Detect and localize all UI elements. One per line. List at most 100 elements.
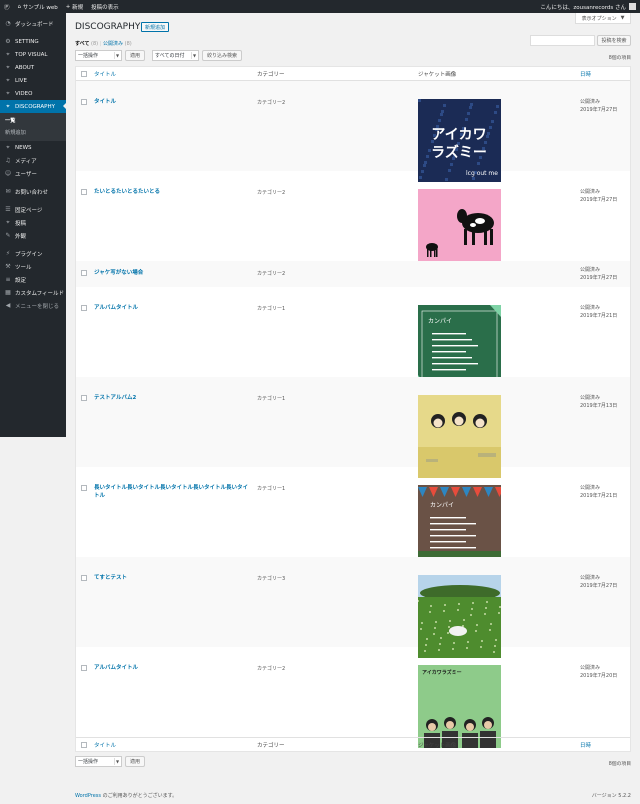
- column-title[interactable]: タイトル: [94, 70, 116, 78]
- row-date-value: 2019年7月27日: [580, 582, 618, 589]
- row-checkbox[interactable]: [81, 665, 87, 671]
- row-status: 公開済み: [580, 485, 601, 491]
- menu-プラグイン[interactable]: ⚡ プラグイン: [0, 247, 66, 260]
- pin-icon: ⌖: [6, 89, 10, 97]
- column-title[interactable]: タイトル: [94, 741, 116, 749]
- row-checkbox[interactable]: [81, 395, 87, 401]
- brush-icon: ✎: [5, 232, 11, 239]
- menu-about[interactable]: ⌖ ABOUT: [0, 61, 66, 74]
- row-status: 公開済み: [580, 99, 601, 105]
- select-all-checkbox[interactable]: [81, 70, 87, 77]
- row-checkbox[interactable]: [81, 270, 87, 276]
- menu-video[interactable]: ⌖ VIDEO: [0, 87, 66, 100]
- menu-カスタムフィールド[interactable]: ▦ カスタムフィールド: [0, 286, 66, 299]
- menu-ツール[interactable]: ⚒ ツール: [0, 260, 66, 273]
- greeting-text: こんにちは、zousanrecords さん: [540, 4, 626, 11]
- menu-メディア[interactable]: ♫ メディア: [0, 154, 66, 167]
- row-date-value: 2019年7月21日: [580, 492, 618, 499]
- row-title-link[interactable]: 長いタイトル長いタイトル長いタイトル長いタイトル長いタイトル: [94, 485, 249, 500]
- menu-label: VIDEO: [15, 90, 33, 97]
- add-new-button[interactable]: 新規追加: [141, 22, 170, 32]
- submenu-list[interactable]: 一覧: [0, 115, 66, 127]
- jacket-image[interactable]: アイカワラズミー: [418, 665, 501, 748]
- footer-credit-text: のご利用ありがとうございます。: [101, 793, 178, 799]
- menu-label: ABOUT: [15, 64, 35, 71]
- discography-submenu: 一覧 新規追加: [0, 113, 66, 141]
- table-row: アルバムタイトル カテゴリー2 アイカワラズミー 公開済み 2019年7月20日: [76, 647, 630, 748]
- apply-button-bottom[interactable]: 適用: [125, 756, 145, 767]
- submenu-add-new[interactable]: 新規追加: [0, 127, 66, 139]
- search-input[interactable]: [530, 35, 595, 46]
- filter-all[interactable]: すべて: [75, 41, 89, 47]
- jacket-image[interactable]: [418, 189, 501, 272]
- row-checkbox[interactable]: [81, 575, 87, 581]
- date-filter-select[interactable]: すべての日付 ▼: [152, 50, 199, 61]
- menu-setting[interactable]: ⚙ SETTING: [0, 35, 66, 48]
- table-row: たいとるたいとるたいとる カテゴリー2 公開済み 2019年7月27日: [76, 171, 630, 272]
- table-row: タイトル カテゴリー2 アイカワ ラズミー lcg out me 公開済み 2019年7月2…: [76, 81, 630, 182]
- jacket-image[interactable]: アイカワ ラズミー lcg out me: [418, 99, 501, 182]
- menu-top-visual[interactable]: ⌖ TOP VISUAL: [0, 48, 66, 61]
- site-name-link[interactable]: ⌂ サンプル web: [14, 0, 62, 13]
- new-content-link[interactable]: + 新規: [62, 0, 87, 13]
- menu-label: プラグイン: [15, 251, 43, 258]
- row-checkbox[interactable]: [81, 485, 87, 491]
- posts-table: タイトル カテゴリー ジャケット画像 日時 タイトル カテゴリー2 アイカワ ラズミー…: [75, 66, 631, 752]
- jacket-image[interactable]: カンパイ: [418, 305, 501, 388]
- row-title-link[interactable]: アルバムタイトル: [94, 665, 249, 673]
- grid-icon: ▦: [5, 289, 11, 296]
- row-category: カテゴリー1: [257, 396, 286, 402]
- row-category: カテゴリー2: [257, 666, 286, 672]
- menu-discography[interactable]: ⌖ DISCOGRAPHY: [0, 100, 66, 113]
- row-checkbox[interactable]: [81, 305, 87, 311]
- row-date: 公開済み 2019年7月21日: [580, 485, 617, 500]
- wordpress-link[interactable]: WordPress: [75, 793, 101, 799]
- menu-投稿[interactable]: ⌖ 投稿: [0, 216, 66, 229]
- row-checkbox[interactable]: [81, 189, 87, 195]
- collapse-menu-button[interactable]: ◀ メニューを閉じる: [0, 299, 66, 312]
- menu-外観[interactable]: ✎ 外観: [0, 229, 66, 242]
- menu-設定[interactable]: ≡ 設定: [0, 273, 66, 286]
- row-date: 公開済み 2019年7月27日: [580, 575, 617, 590]
- menu-label: メディア: [15, 158, 37, 165]
- menu-お問い合わせ[interactable]: ✉ お問い合わせ: [0, 185, 66, 198]
- menu-label: お問い合わせ: [15, 189, 49, 196]
- row-title-link[interactable]: タイトル: [94, 99, 249, 107]
- wordpress-logo-icon[interactable]: Ⓟ: [0, 0, 14, 13]
- column-date[interactable]: 日時: [580, 741, 591, 749]
- menu-live[interactable]: ⌖ LIVE: [0, 74, 66, 87]
- row-checkbox[interactable]: [81, 99, 87, 105]
- settings-icon: ≡: [5, 276, 11, 283]
- filter-published[interactable]: 公開済み: [103, 41, 123, 47]
- pin-icon: ⌖: [6, 76, 10, 84]
- row-title-link[interactable]: アルバムタイトル: [94, 305, 249, 313]
- menu-固定ページ[interactable]: ☰ 固定ページ: [0, 203, 66, 216]
- menu-label: 投稿: [15, 220, 27, 227]
- avatar: [629, 3, 636, 10]
- row-title-link[interactable]: たいとるたいとるたいとる: [94, 189, 249, 197]
- row-title-link[interactable]: ジャケ写がない場合: [94, 270, 249, 278]
- pin-icon: ⌖: [6, 143, 10, 151]
- menu-label: TOP VISUAL: [15, 51, 48, 58]
- column-date[interactable]: 日時: [580, 70, 591, 78]
- menu-dashboard[interactable]: ◔ ダッシュボード: [0, 17, 66, 30]
- jacket-image[interactable]: [418, 575, 501, 658]
- menu-ユーザー[interactable]: ☺ ユーザー: [0, 167, 66, 180]
- view-posts-link[interactable]: 投稿の表示: [87, 0, 123, 13]
- filter-button[interactable]: 絞り込み検索: [202, 50, 242, 61]
- apply-button[interactable]: 適用: [125, 50, 145, 61]
- bulk-action-select[interactable]: 一括操作 ▼: [75, 50, 122, 61]
- account-menu[interactable]: こんにちは、zousanrecords さん: [540, 3, 640, 11]
- menu-news[interactable]: ⌖ NEWS: [0, 141, 66, 154]
- select-all-checkbox[interactable]: [81, 741, 87, 748]
- row-title-link[interactable]: テストアルバム2: [94, 395, 249, 403]
- jacket-image[interactable]: カンパイ: [418, 485, 501, 568]
- search-posts-button[interactable]: 投稿を検索: [597, 35, 631, 46]
- pin-icon: ⌖: [6, 102, 10, 110]
- jacket-image[interactable]: [418, 395, 501, 478]
- screen-options-button[interactable]: 表示オプション ▼: [575, 13, 631, 24]
- pin-icon: ⌖: [6, 218, 10, 226]
- bulk-action-select-bottom[interactable]: 一括操作 ▼: [75, 756, 122, 767]
- row-date-value: 2019年7月21日: [580, 312, 618, 319]
- row-title-link[interactable]: てすとテスト: [94, 575, 249, 583]
